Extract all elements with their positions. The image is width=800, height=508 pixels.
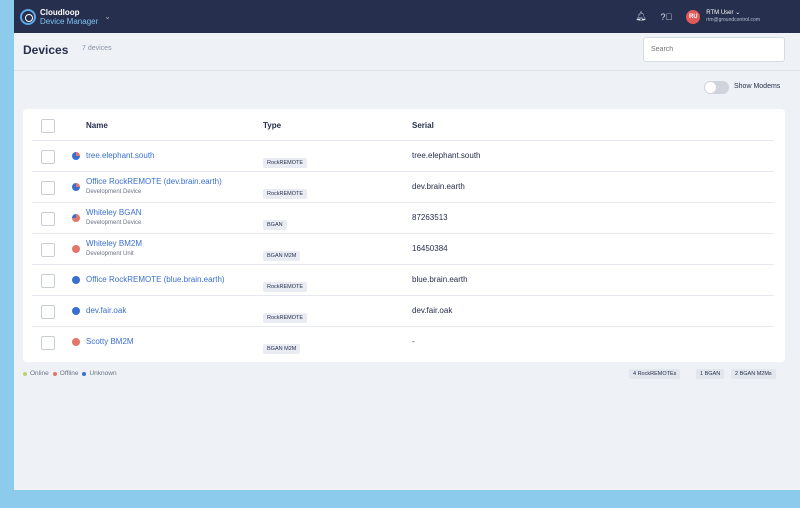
device-name-link[interactable]: dev.fair.oak <box>86 306 126 315</box>
app-frame: Cloudloop Device Manager ⌄ 🔔︎ ?⃝ RU RTM … <box>14 0 800 490</box>
top-navbar: Cloudloop Device Manager ⌄ 🔔︎ ?⃝ RU RTM … <box>14 0 800 33</box>
status-dot <box>72 276 80 284</box>
help-icon[interactable]: ?⃝ <box>661 12 673 22</box>
status-dot <box>72 338 80 346</box>
online-dot-icon <box>23 371 27 376</box>
header-name: Name <box>86 121 108 130</box>
device-name-link[interactable]: Whiteley BGAN <box>86 208 142 217</box>
unknown-dot-icon <box>82 371 87 376</box>
summary-rockremote-badge: 4 RockREMOTEs <box>629 369 681 379</box>
header-type: Type <box>263 121 282 130</box>
serial: dev.fair.oak <box>412 306 453 315</box>
page-title: Devices <box>23 43 69 57</box>
status-dot <box>72 245 80 253</box>
table-row[interactable]: tree.elephant.south RockREMOTE tree.elep… <box>32 141 774 172</box>
status-dot <box>72 152 80 160</box>
type-badge: RockREMOTE <box>263 158 308 168</box>
device-name-link[interactable]: Office RockREMOTE (dev.brain.earth) <box>86 177 222 186</box>
header-serial: Serial <box>412 121 434 130</box>
status-dot <box>72 214 80 222</box>
serial: 87263513 <box>412 213 448 222</box>
type-badge: RockREMOTE <box>263 189 308 199</box>
device-name-link[interactable]: Office RockREMOTE (blue.brain.earth) <box>86 275 225 284</box>
select-all-checkbox[interactable] <box>41 119 55 133</box>
table-row[interactable]: Whiteley BGAN Development Device BGAN 87… <box>32 203 774 234</box>
user-menu[interactable]: RTM User ⌄ rtm@groundcontrol.com <box>706 10 760 23</box>
row-checkbox[interactable] <box>41 305 55 319</box>
cloudloop-logo-icon <box>20 8 36 25</box>
user-chevron-icon: ⌄ <box>735 10 741 16</box>
row-checkbox[interactable] <box>41 274 55 288</box>
device-subtitle: Development Device <box>86 220 142 226</box>
chevron-down-icon[interactable]: ⌄ <box>104 12 111 21</box>
device-name-link[interactable]: Scotty BM2M <box>86 337 134 346</box>
table-row[interactable]: Office RockREMOTE (dev.brain.earth) Deve… <box>32 172 774 203</box>
legend-offline: Offline <box>59 370 79 377</box>
summary-bgan-badge: 1 BGAN <box>696 369 725 379</box>
serial: - <box>412 337 415 346</box>
summary-bgan-m2m-badge: 2 BGAN M2Ms <box>731 369 776 379</box>
table-row[interactable]: Scotty BM2M BGAN M2M - <box>32 327 774 358</box>
show-modems-label: Show Modems <box>734 83 781 90</box>
type-badge: BGAN M2M <box>263 251 301 261</box>
header-divider <box>14 70 800 71</box>
offline-dot-icon <box>52 371 57 376</box>
logo-title: Cloudloop <box>40 7 80 17</box>
row-checkbox[interactable] <box>41 243 55 257</box>
table-row[interactable]: Office RockREMOTE (blue.brain.earth) Roc… <box>32 265 774 296</box>
status-dot <box>72 183 80 191</box>
type-badge: BGAN <box>263 220 287 230</box>
user-name: RTM User <box>706 10 734 16</box>
device-name-link[interactable]: tree.elephant.south <box>86 151 155 160</box>
table-row[interactable]: dev.fair.oak RockREMOTE dev.fair.oak <box>32 296 774 327</box>
row-checkbox[interactable] <box>41 212 55 226</box>
row-checkbox[interactable] <box>41 150 55 164</box>
legend-online: Online <box>30 370 49 377</box>
device-subtitle: Development Unit <box>86 251 134 257</box>
background-strip-left <box>0 0 14 508</box>
type-badge: RockREMOTE <box>263 282 308 292</box>
row-checkbox[interactable] <box>41 336 55 350</box>
status-dot <box>72 307 80 315</box>
show-modems-toggle[interactable] <box>704 81 729 94</box>
table-row[interactable]: Whiteley BM2M Development Unit BGAN M2M … <box>32 234 774 265</box>
row-checkbox[interactable] <box>41 181 55 195</box>
device-subtitle: Development Device <box>86 189 142 195</box>
avatar[interactable]: RU <box>686 9 701 24</box>
type-badge: RockREMOTE <box>263 313 308 323</box>
devices-table: Name Type Serial tree.elephant.south Roc… <box>23 109 785 362</box>
app-logo[interactable]: Cloudloop Device Manager ⌄ <box>20 8 111 26</box>
serial: 16450384 <box>412 244 448 253</box>
device-count: 7 devices <box>82 45 112 52</box>
user-email: rtm@groundcontrol.com <box>706 17 760 23</box>
device-name-link[interactable]: Whiteley BM2M <box>86 239 142 248</box>
search-input[interactable] <box>643 37 785 62</box>
background-strip-bottom <box>14 490 800 508</box>
serial: tree.elephant.south <box>412 151 481 160</box>
table-header-row: Name Type Serial <box>32 109 774 141</box>
toggle-knob <box>705 82 716 93</box>
type-badge: BGAN M2M <box>263 344 301 354</box>
serial: blue.brain.earth <box>412 275 468 284</box>
status-legend: Online Offline Unknown <box>23 370 117 377</box>
logo-subtitle: Device Manager <box>40 16 99 26</box>
bell-icon[interactable]: 🔔︎ <box>635 11 646 22</box>
legend-unknown: Unknown <box>89 370 117 377</box>
serial: dev.brain.earth <box>412 182 465 191</box>
